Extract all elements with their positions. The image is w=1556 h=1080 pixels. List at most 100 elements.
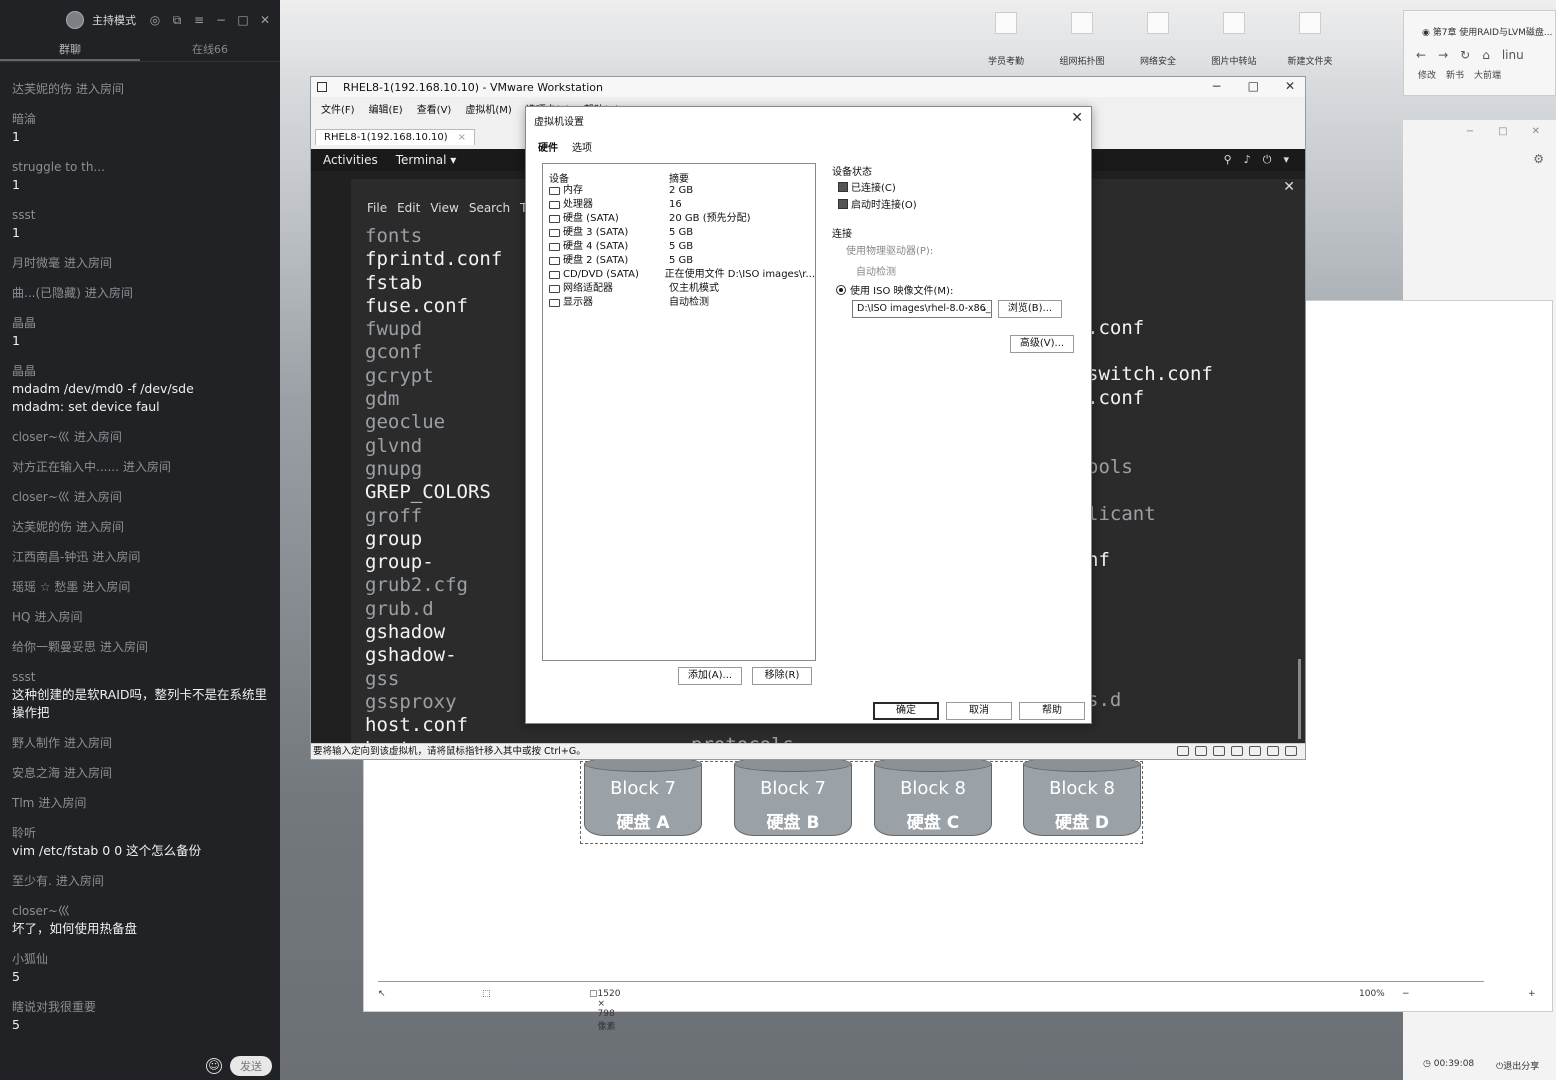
tab-hardware[interactable]: 硬件: [538, 139, 558, 154]
close-icon[interactable]: ✕: [258, 13, 272, 27]
use-iso-radio[interactable]: 使用 ISO 映像文件(M):: [836, 282, 953, 297]
message-user[interactable]: closer~巛: [12, 490, 70, 504]
url-fragment[interactable]: linu: [1502, 48, 1524, 62]
desktop-shortcut[interactable]: 图片中转站: [1208, 12, 1260, 67]
cd-icon[interactable]: [1249, 746, 1261, 756]
tab-online[interactable]: 在线66: [140, 40, 280, 61]
message-user[interactable]: closer~巛: [12, 430, 70, 444]
message-user[interactable]: 给你一颗曼妥思: [12, 640, 96, 654]
message-user[interactable]: HQ: [12, 610, 30, 624]
device-row[interactable]: 处理器 16: [543, 198, 815, 212]
physical-drive-select[interactable]: 自动检测: [856, 263, 896, 278]
disk-shape[interactable]: Block 8 硬盘 C: [874, 756, 992, 836]
display-icon[interactable]: [1285, 746, 1297, 756]
menu-file[interactable]: 文件(F): [321, 101, 355, 116]
disk-shape[interactable]: Block 8 硬盘 D: [1023, 756, 1141, 836]
minimize-icon[interactable]: −: [1466, 126, 1474, 137]
disk-shape[interactable]: Block 7 硬盘 B: [734, 756, 852, 836]
message-user[interactable]: 瞎说对我很重要: [12, 998, 270, 1016]
maximize-icon[interactable]: □: [236, 13, 250, 27]
close-icon[interactable]: ✕: [1532, 126, 1540, 137]
chevron-down-icon[interactable]: ▾: [1283, 153, 1289, 167]
menu-vm[interactable]: 虚拟机(M): [465, 101, 511, 116]
message-user[interactable]: 月时微毫: [12, 256, 60, 270]
scrollbar[interactable]: [1298, 659, 1301, 739]
disk-icon[interactable]: [1231, 746, 1243, 756]
maximize-icon[interactable]: □: [1498, 126, 1507, 137]
device-row[interactable]: 硬盘 (SATA) 20 GB (预先分配): [543, 212, 815, 226]
message-user[interactable]: 达芙妮的伤: [12, 520, 72, 534]
message-user[interactable]: 对方正在输入中......: [12, 460, 119, 474]
iso-path-combobox[interactable]: D:\ISO images\rhel-8.0-x86_ ⌄: [852, 300, 992, 318]
desktop-shortcut[interactable]: 学员考勤: [980, 12, 1032, 67]
menu-view[interactable]: 查看(V): [417, 101, 452, 116]
disk-icon[interactable]: [1213, 746, 1225, 756]
message-user[interactable]: 达芙妮的伤: [12, 82, 72, 96]
message-user[interactable]: 安息之海: [12, 766, 60, 780]
chevron-down-icon[interactable]: ⌄: [980, 301, 988, 317]
device-row[interactable]: 硬盘 4 (SATA) 5 GB: [543, 240, 815, 254]
use-physical-radio[interactable]: 使用物理驱动器(P):: [846, 242, 933, 257]
tab-group-chat[interactable]: 群聊: [0, 40, 140, 61]
advanced-button[interactable]: 高级(V)...: [1010, 335, 1074, 353]
emoji-icon[interactable]: ☺: [206, 1058, 222, 1074]
desktop-shortcut[interactable]: 网络安全: [1132, 12, 1184, 67]
select-icon[interactable]: ⬚: [482, 989, 491, 999]
reload-icon[interactable]: ↻: [1460, 48, 1470, 62]
message-user[interactable]: 曲...(已隐藏): [12, 286, 81, 300]
message-user[interactable]: 聆听: [12, 824, 270, 842]
message-user[interactable]: closer~巛: [12, 902, 270, 920]
zoom-out-icon[interactable]: −: [1402, 989, 1410, 999]
device-row[interactable]: 网络适配器 仅主机模式: [543, 282, 815, 296]
minimize-icon[interactable]: −: [214, 13, 228, 27]
home-icon[interactable]: ⌂: [1482, 48, 1490, 62]
menu-item[interactable]: View: [430, 201, 458, 215]
message-user[interactable]: 晶晶: [12, 314, 270, 332]
menu-item[interactable]: Edit: [397, 201, 420, 215]
cancel-button[interactable]: 取消: [946, 702, 1012, 720]
message-user[interactable]: Tlm: [12, 796, 34, 810]
message-user[interactable]: 野人制作: [12, 736, 60, 750]
menu-edit[interactable]: 编辑(E): [369, 101, 403, 116]
network-icon[interactable]: ⚲: [1224, 153, 1232, 167]
back-icon[interactable]: ←: [1416, 48, 1426, 62]
message-user[interactable]: struggle to th...: [12, 158, 270, 176]
desktop-shortcut[interactable]: 新建文件夹: [1284, 12, 1336, 67]
browser-tab[interactable]: ◉ 第7章 使用RAID与LVM磁盘...: [1404, 11, 1555, 38]
device-row[interactable]: 内存 2 GB: [543, 184, 815, 198]
remove-button[interactable]: 移除(R): [752, 667, 812, 685]
power-icon[interactable]: ⏻: [1263, 153, 1272, 167]
stop-share-button[interactable]: ⏻退出分享: [1496, 1059, 1539, 1072]
disk-icon[interactable]: [1195, 746, 1207, 756]
message-user[interactable]: 江西南昌-钟迅: [12, 550, 88, 564]
desktop-shortcut[interactable]: 组网拓扑图: [1056, 12, 1108, 67]
gear-icon[interactable]: ⚙: [1533, 152, 1544, 166]
message-user[interactable]: 小狐仙: [12, 950, 270, 968]
bookmark-item[interactable]: 新书: [1446, 68, 1464, 81]
browse-button[interactable]: 浏览(B)...: [998, 300, 1062, 318]
disk-icon[interactable]: [1177, 746, 1189, 756]
message-user[interactable]: ssst: [12, 206, 270, 224]
disk-shape[interactable]: Block 7 硬盘 A: [584, 756, 702, 836]
terminal-app-menu[interactable]: Terminal ▾: [396, 153, 457, 167]
maximize-icon[interactable]: □: [1248, 79, 1259, 93]
tab-options[interactable]: 选项: [572, 139, 592, 154]
message-user[interactable]: 瑶瑶 ☆ 愁墨: [12, 580, 78, 594]
close-icon[interactable]: ✕: [1283, 179, 1295, 195]
share-icon[interactable]: ⧉: [170, 13, 184, 28]
help-button[interactable]: 帮助: [1019, 702, 1085, 720]
activities-button[interactable]: Activities: [323, 153, 378, 167]
connect-on-boot-checkbox[interactable]: 启动时连接(O): [838, 196, 917, 211]
network-icon[interactable]: [1267, 746, 1279, 756]
device-row[interactable]: 硬盘 3 (SATA) 5 GB: [543, 226, 815, 240]
device-row[interactable]: 显示器 自动检测: [543, 296, 815, 310]
menu-item[interactable]: File: [367, 201, 387, 215]
menu-icon[interactable]: ≡: [192, 13, 206, 27]
zoom-in-icon[interactable]: +: [1528, 989, 1536, 999]
send-button[interactable]: 发送: [230, 1056, 272, 1076]
vm-tab[interactable]: RHEL8-1(192.168.10.10) ×: [315, 129, 476, 145]
minimize-icon[interactable]: −: [1212, 79, 1222, 93]
pointer-icon[interactable]: ↖: [378, 989, 386, 999]
avatar[interactable]: [66, 11, 84, 29]
ok-button[interactable]: 确定: [873, 702, 939, 720]
